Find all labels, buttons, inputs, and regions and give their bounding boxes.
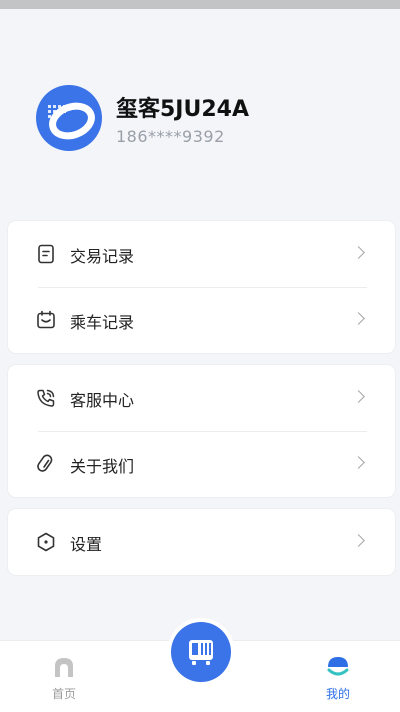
menu-item-customer-service[interactable]: 客服中心 xyxy=(8,365,395,431)
user-phone: 186****9392 xyxy=(116,127,225,146)
hexagon-settings-icon xyxy=(37,532,55,552)
menu-item-label: 交易记录 xyxy=(70,247,135,266)
phone-icon xyxy=(37,389,55,407)
app-logo-icon xyxy=(48,102,95,140)
user-smile-icon xyxy=(327,657,349,676)
menu-item-about-us[interactable]: 关于我们 xyxy=(8,431,395,497)
menu-card-support: 客服中心 关于我们 xyxy=(8,365,395,497)
status-bar xyxy=(0,0,400,9)
menu-item-label: 关于我们 xyxy=(70,457,135,476)
scan-ride-button-wrap xyxy=(167,618,235,686)
home-arch-icon xyxy=(55,658,73,677)
user-profile[interactable]: 玺客5JU24A 186****9392 xyxy=(36,85,376,155)
menu-card-records: 交易记录 乘车记录 xyxy=(8,221,395,353)
menu-item-settings[interactable]: 设置 xyxy=(8,509,395,575)
user-nickname: 玺客5JU24A xyxy=(116,97,249,122)
scan-ride-button[interactable] xyxy=(171,622,231,682)
menu-item-transaction-records[interactable]: 交易记录 xyxy=(8,221,395,287)
menu-item-label: 客服中心 xyxy=(70,391,135,410)
chevron-right-icon xyxy=(352,312,365,325)
ride-ticket-icon xyxy=(37,310,55,329)
chevron-right-icon xyxy=(352,246,365,259)
tab-label: 我的 xyxy=(325,687,350,701)
chevron-right-icon xyxy=(352,534,365,547)
bus-qr-icon xyxy=(189,640,213,665)
menu-item-ride-records[interactable]: 乘车记录 xyxy=(8,287,395,353)
link-icon xyxy=(37,454,53,472)
menu-item-label: 设置 xyxy=(70,535,103,554)
tab-home[interactable]: 首页 xyxy=(24,641,104,712)
menu-item-label: 乘车记录 xyxy=(70,313,135,332)
avatar[interactable] xyxy=(36,85,102,151)
menu-card-settings: 设置 xyxy=(8,509,395,575)
tab-mine[interactable]: 我的 xyxy=(298,641,378,712)
tab-label: 首页 xyxy=(51,687,76,701)
chevron-right-icon xyxy=(352,456,365,469)
chevron-right-icon xyxy=(352,390,365,403)
receipt-icon xyxy=(38,244,54,264)
